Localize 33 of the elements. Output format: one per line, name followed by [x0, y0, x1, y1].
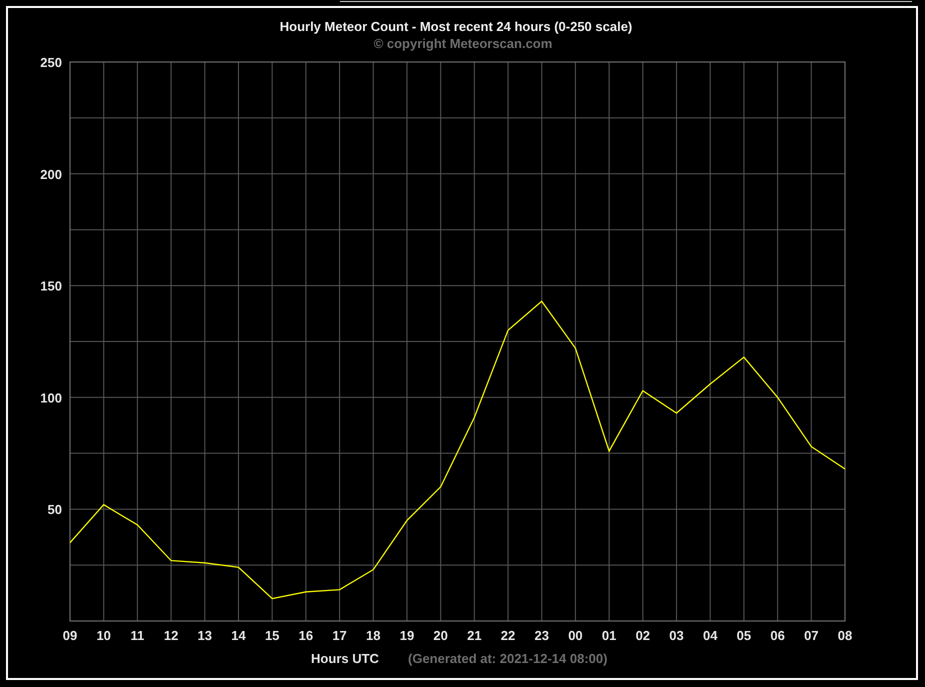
- axis-label: 05: [736, 628, 752, 643]
- axis-label: 22: [500, 628, 516, 643]
- axis-label: 250: [40, 55, 62, 70]
- axis-label: 19: [400, 628, 414, 643]
- axis-label: 11: [130, 628, 144, 643]
- axis-label: 10: [96, 628, 111, 643]
- axis-label: 16: [298, 628, 314, 643]
- axis-label: 04: [702, 628, 718, 643]
- axis-label: 23: [534, 628, 549, 643]
- axis-label: 14: [231, 628, 246, 643]
- axis-title: Hours UTC: [311, 651, 379, 666]
- axis-label: 03: [669, 628, 684, 643]
- axis-label: 17: [332, 628, 347, 643]
- chart-title: Hourly Meteor Count - Most recent 24 hours (0-250 scale): [280, 19, 632, 34]
- generated-note: (Generated at: 2021-12-14 08:00): [408, 651, 608, 666]
- axis-label: 20: [433, 628, 448, 643]
- axis-label: 02: [636, 628, 650, 643]
- axis-label: 06: [770, 628, 785, 643]
- axis-label: 00: [568, 628, 583, 643]
- axis-label: 01: [602, 628, 616, 643]
- axis-label: 21: [467, 628, 482, 643]
- axis-label: 100: [40, 390, 62, 406]
- axis-label: 08: [838, 628, 852, 643]
- axis-label: 13: [198, 628, 212, 643]
- axis-label: 150: [40, 278, 62, 294]
- axis-label: 07: [804, 628, 819, 643]
- axis-label: 200: [40, 166, 62, 182]
- axis-label: 50: [48, 502, 62, 518]
- axis-label: 12: [164, 628, 178, 643]
- axis-label: 15: [264, 628, 280, 643]
- axis-label: 09: [62, 628, 78, 643]
- axis-label: 18: [366, 628, 380, 643]
- copyright-text: © copyright Meteorscan.com: [374, 36, 552, 51]
